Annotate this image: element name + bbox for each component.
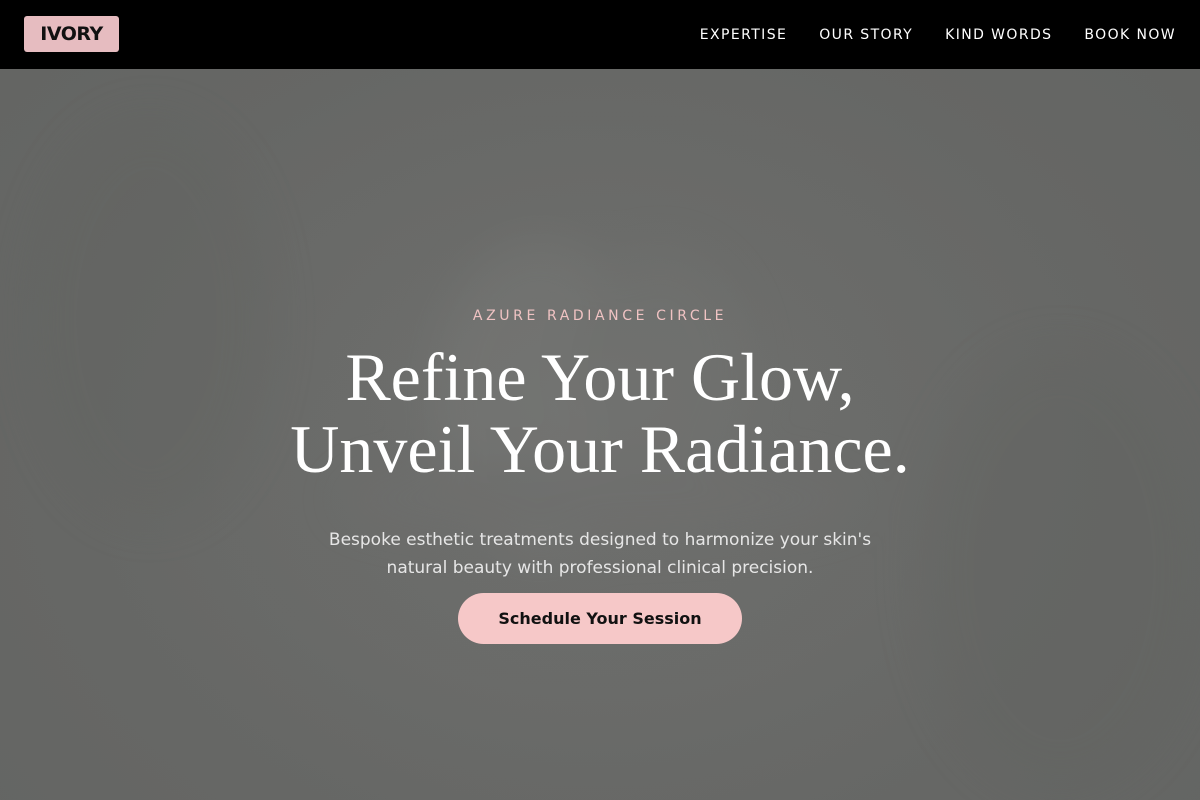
hero-description-line-2: natural beauty with professional clinica… <box>386 558 814 578</box>
hero-headline-line-2: Unveil Your Radiance. <box>290 411 910 487</box>
hero-eyebrow: AZURE RADIANCE CIRCLE <box>472 308 728 324</box>
schedule-session-button[interactable]: Schedule Your Session <box>458 593 742 644</box>
brand-logo[interactable]: IVORY <box>24 16 119 52</box>
top-navbar: IVORY EXPERTISE OUR STORY KIND WORDS BOO… <box>0 0 1200 69</box>
nav-link-kind-words[interactable]: KIND WORDS <box>945 27 1052 43</box>
hero-headline: Refine Your Glow, Unveil Your Radiance. <box>0 341 1200 485</box>
hero-description: Bespoke esthetic treatments designed to … <box>0 526 1200 582</box>
nav-link-expertise[interactable]: EXPERTISE <box>700 27 787 43</box>
hero-content: AZURE RADIANCE CIRCLE Refine Your Glow, … <box>0 69 1200 800</box>
hero-description-line-1: Bespoke esthetic treatments designed to … <box>328 530 872 550</box>
nav-link-book-now[interactable]: BOOK NOW <box>1084 27 1176 43</box>
hero-headline-line-1: Refine Your Glow, <box>345 339 855 415</box>
nav-link-our-story[interactable]: OUR STORY <box>819 27 913 43</box>
hero-section: AZURE RADIANCE CIRCLE Refine Your Glow, … <box>0 69 1200 800</box>
main-nav: EXPERTISE OUR STORY KIND WORDS BOOK NOW <box>700 0 1176 69</box>
